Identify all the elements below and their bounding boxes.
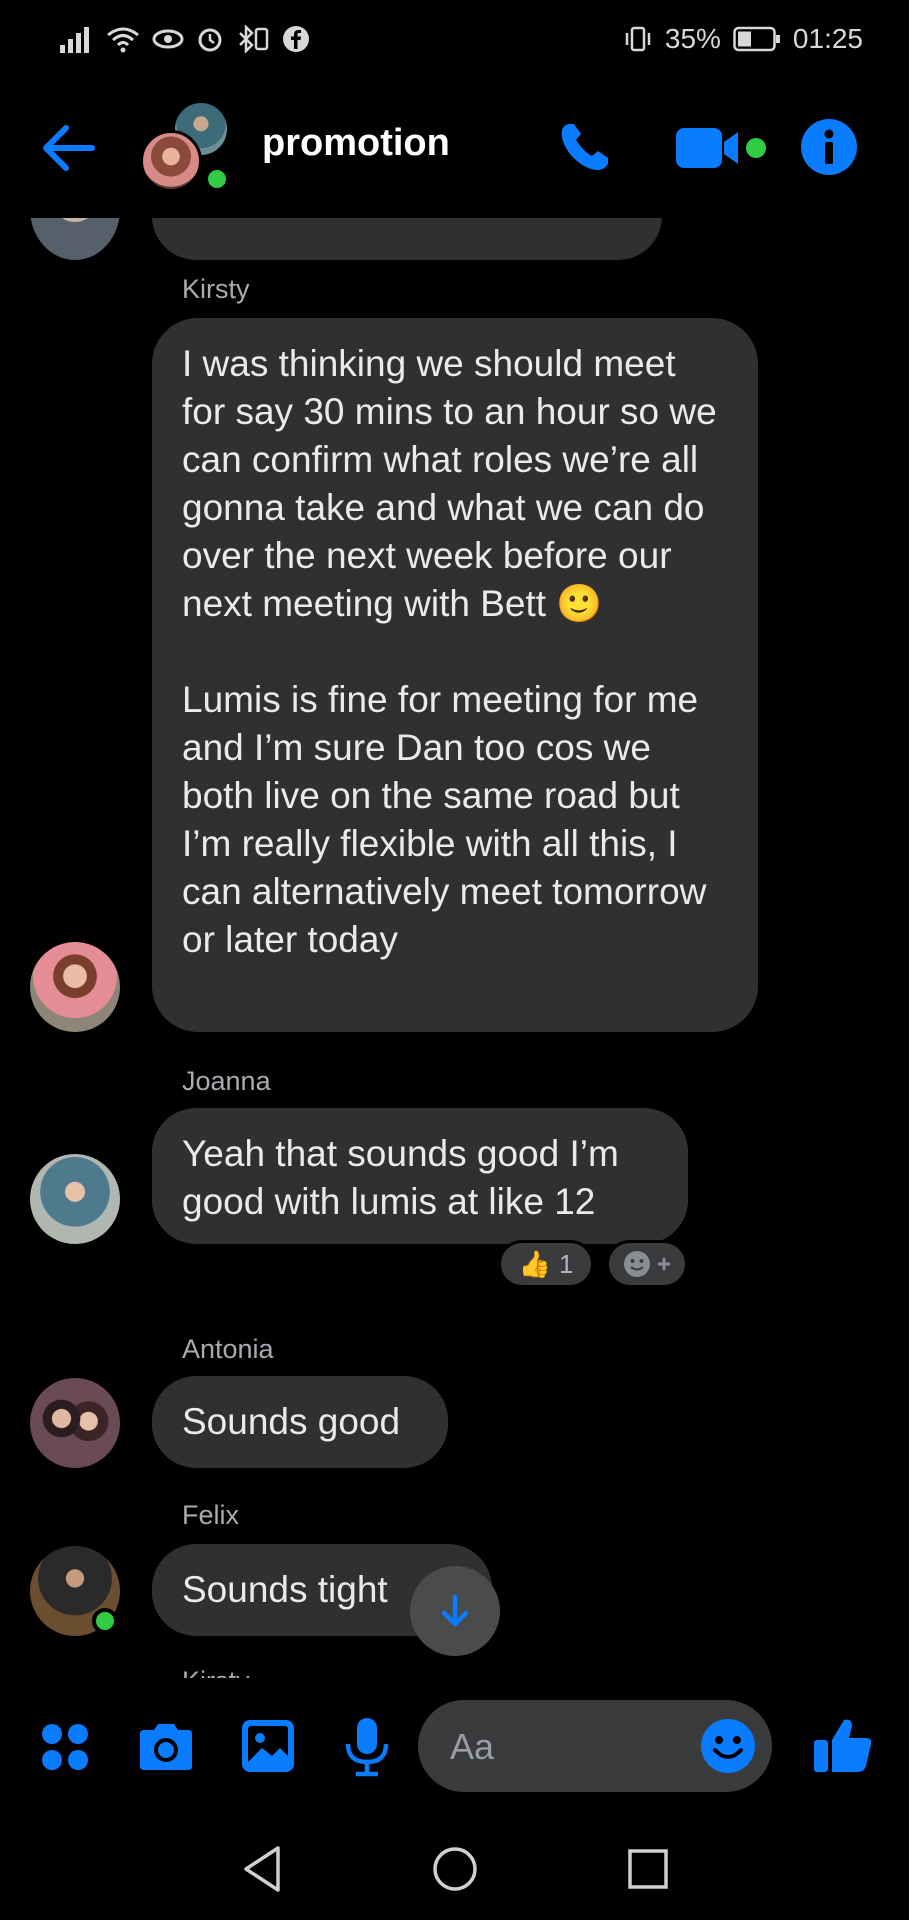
previous-message-avatar [30, 218, 120, 260]
battery-percent: 35% [664, 23, 721, 54]
nav-recents-icon[interactable] [626, 1844, 670, 1894]
reaction-count: 1 [558, 1248, 574, 1279]
conversation-title[interactable]: promotion [262, 122, 450, 165]
status-bar: 35% 01:25 [0, 0, 909, 78]
sender-name: Joanna [182, 1066, 271, 1096]
wifi-icon [107, 27, 139, 53]
vibrate-icon [625, 26, 651, 52]
clock: 01:25 [792, 23, 863, 54]
conversation-header: promotion [0, 78, 909, 218]
sender-name: Kirsty [182, 1666, 250, 1678]
group-avatar[interactable] [140, 100, 240, 200]
thumbs-up-emoji: 👍 [518, 1248, 551, 1279]
add-reaction-button[interactable] [606, 1240, 688, 1288]
bluetooth-icon [239, 25, 269, 53]
sender-name: Kirsty [182, 274, 250, 304]
system-navigation-bar [0, 1818, 909, 1920]
message-list[interactable]: Kirsty I was thinking we should meet for… [0, 218, 909, 1678]
alarm-icon [198, 28, 222, 52]
back-arrow-icon[interactable] [38, 120, 98, 176]
facebook-icon [283, 26, 309, 52]
avatar-joanna[interactable] [30, 1154, 120, 1244]
nav-home-icon[interactable] [432, 1844, 478, 1894]
add-reaction-icon [624, 1251, 670, 1277]
mic-icon[interactable] [344, 1716, 390, 1778]
nav-back-icon[interactable] [240, 1844, 284, 1894]
camera-icon[interactable] [136, 1720, 196, 1774]
message-bubble[interactable]: Yeah that sounds good I’m good with lumi… [152, 1108, 688, 1244]
eye-icon [152, 29, 184, 49]
sender-name: Felix [182, 1500, 240, 1530]
message-bubble[interactable]: I was thinking we should meet for say 30… [152, 318, 758, 1032]
info-icon[interactable] [800, 118, 858, 176]
message-input[interactable]: Aa [418, 1700, 772, 1792]
online-indicator [92, 1608, 118, 1634]
phone-icon[interactable] [556, 118, 614, 176]
avatar-kirsty[interactable] [30, 942, 120, 1032]
status-icons-left [60, 25, 310, 53]
thumbs-up-icon[interactable] [812, 1714, 874, 1776]
scroll-to-bottom-button[interactable] [410, 1566, 500, 1656]
sender-name: Antonia [182, 1334, 274, 1364]
battery-icon [733, 26, 780, 52]
message-bubble[interactable]: Sounds good [152, 1376, 448, 1468]
status-icons-right: 35% 01:25 [623, 23, 863, 55]
online-indicator [204, 166, 230, 192]
avatar-antonia[interactable] [30, 1378, 120, 1468]
scroll-down-icon [441, 1594, 469, 1627]
reaction-badge[interactable]: 👍 1 [498, 1240, 594, 1288]
message-input-placeholder: Aa [450, 1726, 495, 1767]
video-call-icon[interactable] [676, 122, 768, 174]
previous-message-bubble [152, 218, 662, 260]
apps-icon[interactable] [40, 1722, 90, 1772]
message-composer: Aa [0, 1678, 909, 1818]
signal-icon [60, 27, 89, 53]
emoji-icon[interactable] [700, 1718, 756, 1774]
group-avatar-member-2 [140, 130, 202, 192]
gallery-icon[interactable] [240, 1718, 296, 1774]
